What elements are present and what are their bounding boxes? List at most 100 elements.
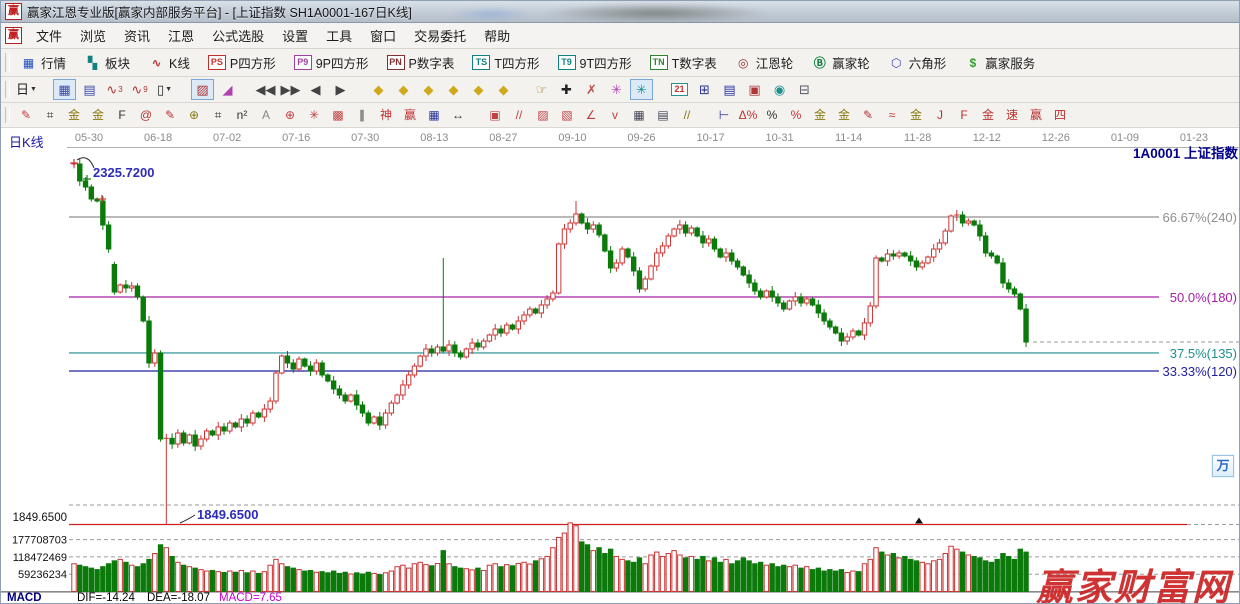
feature-button-t-number-table[interactable]: TN T数字表	[644, 51, 723, 74]
draw-angle-a-icon[interactable]: A	[255, 105, 277, 125]
pattern-mode-icon[interactable]: ▨	[191, 79, 214, 100]
draw-n-square-icon[interactable]: n²	[231, 105, 253, 125]
draw-angle-j-icon[interactable]: J	[929, 105, 951, 125]
menu-item-6[interactable]: 工具	[317, 23, 361, 48]
menu-item-2[interactable]: 资讯	[115, 23, 159, 48]
draw-gann-circle-icon[interactable]: ⊕	[279, 105, 301, 125]
calendar-icon[interactable]: 21	[668, 79, 691, 100]
draw-angle-line-icon[interactable]: ∠	[580, 105, 602, 125]
feature-button-sectors[interactable]: ▚ 板块	[78, 51, 136, 74]
menu-item-0[interactable]: 文件	[27, 23, 71, 48]
title-bar[interactable]: 赢 赢家江恩专业版[赢家内部服务平台] - [上证指数 SH1A0001-167…	[1, 1, 1239, 23]
crosshair-icon[interactable]: ✚	[555, 79, 578, 100]
color-histogram-icon[interactable]: ◢	[216, 79, 239, 100]
draw-grid-123-icon[interactable]: ▦	[423, 105, 445, 125]
menu-item-8[interactable]: 交易委托	[405, 23, 475, 48]
menu-item-4[interactable]: 公式选股	[203, 23, 273, 48]
kline-9-icon[interactable]: ∿ 9	[128, 79, 151, 100]
eraser-icon[interactable]: ✗	[580, 79, 603, 100]
float-tool-button[interactable]: 万	[1212, 455, 1234, 477]
draw-shen-tool-icon[interactable]: 神	[375, 105, 397, 125]
volume-bar-104	[671, 550, 677, 592]
draw-circle-gold-icon[interactable]: ⊕	[183, 105, 205, 125]
draw-gold-level-2-icon[interactable]: 金	[87, 105, 109, 125]
draw-parallel-lines-icon[interactable]: //	[676, 105, 698, 125]
feature-button-hexagon[interactable]: ⬡ 六角形	[882, 51, 953, 74]
draw-wave-check-icon[interactable]: v	[604, 105, 626, 125]
feature-button-kline[interactable]: ∿ K线	[142, 51, 196, 74]
gann-diamond-5-icon[interactable]: ◆	[467, 79, 490, 100]
drag-hand-icon[interactable]: ☞	[530, 79, 553, 100]
indicator-name[interactable]: MACD	[7, 592, 42, 603]
feature-button-gann-wheel[interactable]: ◎ 江恩轮	[729, 51, 800, 74]
period-day-dropdown-icon[interactable]: 日 ▼	[15, 79, 38, 100]
draw-hatch-box-2-icon[interactable]: ▧	[556, 105, 578, 125]
feature-button-9t-square[interactable]: T9 9T四方形	[552, 51, 638, 74]
draw-pencil-icon[interactable]: ✎	[15, 105, 37, 125]
draw-percent-line-icon[interactable]: %	[785, 105, 807, 125]
draw-angle-gold-icon[interactable]: 金	[977, 105, 999, 125]
menu-item-1[interactable]: 浏览	[71, 23, 115, 48]
draw-angle-f-icon[interactable]: F	[953, 105, 975, 125]
draw-grid-hatch-2-icon[interactable]: ⌗	[207, 105, 229, 125]
draw-angle-si-icon[interactable]: 四	[1049, 105, 1071, 125]
flower-tool-icon[interactable]: ✳	[605, 79, 628, 100]
gann-diamond-1-icon[interactable]: ◆	[367, 79, 390, 100]
draw-list-dark-icon[interactable]: ▤	[652, 105, 674, 125]
draw-pencil-2-icon[interactable]: ✎	[159, 105, 181, 125]
gann-diamond-4-icon[interactable]: ◆	[442, 79, 465, 100]
feature-button-winner-service[interactable]: $ 赢家服务	[958, 51, 1041, 74]
next-bar-icon[interactable]: ▶	[329, 79, 352, 100]
volume-bar-145	[907, 558, 914, 593]
draw-box-tool-icon[interactable]: ▣	[484, 105, 506, 125]
feature-button-quotes[interactable]: ▦ 行情	[14, 51, 72, 74]
draw-gann-box-web-icon[interactable]: ▩	[327, 105, 349, 125]
draw-gold-underline-icon[interactable]: 金	[905, 105, 927, 125]
draw-grid-hatch-icon[interactable]: ⌗	[39, 105, 61, 125]
save-icon[interactable]: ▣	[743, 79, 766, 100]
notes-icon[interactable]: ▤	[718, 79, 741, 100]
jump-last-icon[interactable]: ▶▶	[279, 79, 302, 100]
draw-gold-circle-icon[interactable]: 金	[809, 105, 831, 125]
draw-wave-gold-icon[interactable]: ≈	[881, 105, 903, 125]
candle-style-dropdown-icon[interactable]: ▯ ▼	[153, 79, 176, 100]
draw-fan-lines-icon[interactable]: //	[508, 105, 530, 125]
draw-angle-ying-icon[interactable]: 赢	[1025, 105, 1047, 125]
web-link-icon[interactable]: ◉	[768, 79, 791, 100]
draw-gold-level-1-icon[interactable]: 金	[63, 105, 85, 125]
chart-layout-icon[interactable]: ▦	[53, 79, 76, 100]
feature-button-p-number-table[interactable]: PN P数字表	[381, 51, 461, 74]
gann-diamond-2-icon[interactable]: ◆	[392, 79, 415, 100]
draw-angle-su-icon[interactable]: 速	[1001, 105, 1023, 125]
jump-first-icon[interactable]: ◀◀	[254, 79, 277, 100]
gann-diamond-3-icon[interactable]: ◆	[417, 79, 440, 100]
print-icon[interactable]: ⊟	[793, 79, 816, 100]
feature-button-p-square[interactable]: PS P四方形	[202, 51, 282, 74]
draw-ruler-icon[interactable]: ⊢	[713, 105, 735, 125]
menu-item-3[interactable]: 江恩	[159, 23, 203, 48]
prev-bar-icon[interactable]: ◀	[304, 79, 327, 100]
draw-gann-web-icon[interactable]: ✳	[303, 105, 325, 125]
draw-percent-icon[interactable]: %	[761, 105, 783, 125]
feature-button-winner-wheel[interactable]: Ⓑ 赢家轮	[805, 51, 876, 74]
info-panel-icon[interactable]: ▤	[78, 79, 101, 100]
draw-gold-lines-icon[interactable]: 金	[833, 105, 855, 125]
draw-spiral-icon[interactable]: @	[135, 105, 157, 125]
brain-tool-icon[interactable]: ✳	[630, 79, 653, 100]
menu-item-7[interactable]: 窗口	[361, 23, 405, 48]
draw-delta-percent-icon[interactable]: Δ%	[737, 105, 759, 125]
kline-3-icon[interactable]: ∿ 3	[103, 79, 126, 100]
draw-brush-icon[interactable]: ✎	[857, 105, 879, 125]
draw-ying-tool-icon[interactable]: 赢	[399, 105, 421, 125]
gann-diamond-6-icon[interactable]: ◆	[492, 79, 515, 100]
draw-hatch-box-1-icon[interactable]: ▨	[532, 105, 554, 125]
menu-item-5[interactable]: 设置	[273, 23, 317, 48]
feature-button-t-square[interactable]: TS T四方形	[466, 51, 545, 74]
menu-item-9[interactable]: 帮助	[475, 23, 519, 48]
draw-grid-dark-icon[interactable]: ▦	[628, 105, 650, 125]
draw-tick-marks-icon[interactable]: ∥	[351, 105, 373, 125]
calculator-icon[interactable]: ⊞	[693, 79, 716, 100]
draw-width-arrows-icon[interactable]: ↔	[447, 105, 469, 125]
draw-fibonacci-icon[interactable]: F	[111, 105, 133, 125]
feature-button-9p-square[interactable]: P9 9P四方形	[288, 51, 375, 74]
